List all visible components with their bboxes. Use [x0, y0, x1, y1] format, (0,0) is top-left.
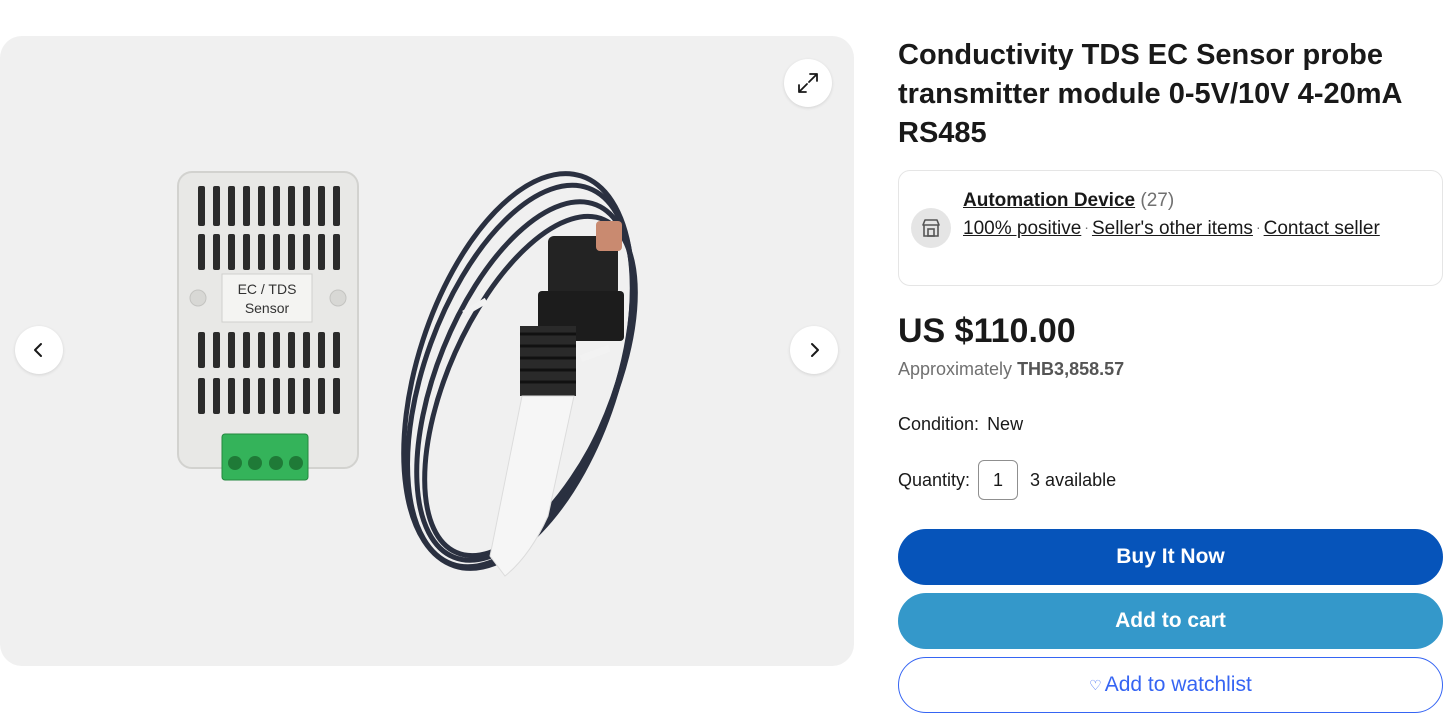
store-icon — [922, 219, 940, 237]
chevron-right-icon — [811, 343, 819, 357]
next-image-button[interactable] — [790, 326, 838, 374]
expand-icon — [798, 73, 818, 93]
condition-label: Condition: — [898, 414, 980, 434]
seller-name-link[interactable]: Automation Device — [963, 190, 1135, 211]
separator-dot: · — [1084, 219, 1089, 235]
item-price: US $110.00 — [898, 312, 1076, 350]
product-photo: EC / TDS Sensor — [177, 171, 638, 577]
separator-dot: · — [1255, 219, 1261, 235]
add-to-cart-button[interactable]: Add to cart — [898, 593, 1443, 649]
condition-value: New — [987, 414, 1024, 434]
listing-title: Conductivity TDS EC Sensor probe transmi… — [898, 39, 1402, 149]
approximate-label: Approximately — [898, 359, 1013, 379]
image-label-line2: Sensor — [245, 300, 290, 316]
seller-other-items-link[interactable]: Seller's other items — [1092, 218, 1253, 239]
quantity-input[interactable] — [978, 460, 1019, 500]
chevron-left-icon — [34, 343, 42, 357]
quantity-row: Quantity: 3 available — [898, 460, 1116, 500]
quantity-available: 3 available — [1030, 469, 1117, 490]
contact-seller-link[interactable]: Contact seller — [1264, 218, 1380, 239]
add-to-watchlist-button[interactable]: ♡ Add to watchlist — [898, 657, 1443, 713]
expand-image-button[interactable] — [784, 59, 832, 107]
image-label-line1: EC / TDS — [238, 281, 297, 297]
approximate-value: THB3,858.57 — [1017, 359, 1125, 379]
heart-icon: ♡ — [1089, 676, 1102, 693]
seller-card: Automation Device (27) 100% positive · Sel… — [898, 170, 1443, 286]
seller-info: Automation Device (27) 100% positive · Sel… — [963, 187, 1403, 242]
condition-row: Condition: New — [898, 414, 1023, 435]
seller-feedback-count: (27) — [1140, 190, 1175, 211]
watchlist-label: Add to watchlist — [1104, 673, 1252, 696]
quantity-label: Quantity: — [898, 469, 971, 490]
seller-positive-link[interactable]: 100% positive — [963, 218, 1081, 239]
buy-it-now-button[interactable]: Buy It Now — [898, 529, 1443, 585]
store-avatar[interactable] — [911, 208, 951, 248]
previous-image-button[interactable] — [15, 326, 63, 374]
approximate-price: Approximately THB3,858.57 — [898, 359, 1124, 380]
image-gallery[interactable]: EC / TDS Sensor — [0, 36, 854, 666]
